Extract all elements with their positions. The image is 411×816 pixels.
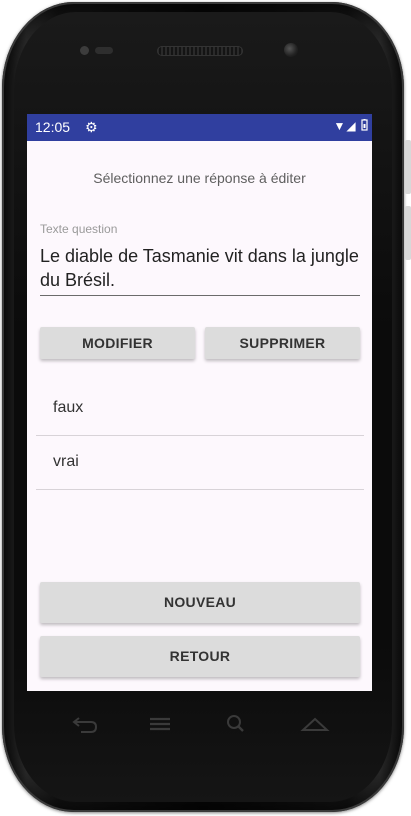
home-icon[interactable] bbox=[297, 714, 333, 740]
proximity-sensor-icon bbox=[95, 47, 113, 54]
list-item-label: vrai bbox=[53, 453, 79, 470]
menu-icon[interactable] bbox=[142, 714, 178, 740]
list-item-vrai[interactable]: vrai bbox=[36, 436, 364, 490]
sensor-icon bbox=[80, 46, 89, 55]
status-time: 12:05 bbox=[35, 119, 71, 135]
new-button[interactable]: NOUVEAU bbox=[40, 582, 360, 623]
gear-icon: ⚙ bbox=[85, 119, 98, 135]
power-button[interactable] bbox=[405, 206, 411, 260]
question-text-field[interactable]: Le diable de Tasmanie vit dans la jungle… bbox=[40, 244, 360, 292]
question-field-label: Texte question bbox=[40, 222, 118, 236]
instruction-text: Sélectionnez une réponse à éditer bbox=[93, 170, 306, 186]
phone-device: 12:05 ⚙ ▼◢ Sélectionnez une réponse à éd… bbox=[0, 0, 411, 816]
status-bar: 12:05 ⚙ ▼◢ bbox=[27, 114, 372, 141]
battery-icon bbox=[361, 119, 368, 131]
signal-icon: ◢ bbox=[346, 119, 357, 133]
back-icon[interactable] bbox=[67, 714, 103, 740]
list-item-faux[interactable]: faux bbox=[36, 382, 364, 436]
back-button[interactable]: RETOUR bbox=[40, 636, 360, 677]
front-camera-icon bbox=[284, 43, 298, 57]
app-screen: 12:05 ⚙ ▼◢ Sélectionnez une réponse à éd… bbox=[27, 114, 372, 691]
search-icon[interactable] bbox=[219, 714, 255, 740]
answer-list: faux vrai bbox=[36, 382, 364, 490]
modify-button[interactable]: MODIFIER bbox=[40, 327, 195, 359]
earpiece-speaker bbox=[157, 46, 243, 56]
list-item-label: faux bbox=[53, 399, 84, 416]
status-icons: ▼◢ bbox=[334, 119, 368, 133]
field-underline bbox=[40, 295, 360, 296]
volume-button[interactable] bbox=[405, 140, 411, 194]
wifi-icon: ▼ bbox=[333, 119, 347, 133]
navigation-bar bbox=[27, 710, 372, 750]
delete-button[interactable]: SUPPRIMER bbox=[205, 327, 360, 359]
